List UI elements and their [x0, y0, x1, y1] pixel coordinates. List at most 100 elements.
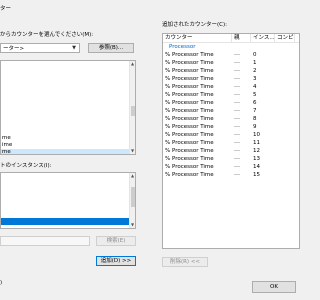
computer-cell [275, 155, 295, 163]
counter-list-item[interactable] [1, 121, 135, 128]
parent-cell: --- [234, 132, 240, 138]
counter-list-item[interactable]: ime [1, 142, 135, 149]
instance-search-input[interactable] [0, 236, 90, 246]
scroll-thumb[interactable] [131, 106, 135, 116]
scroll-up-icon[interactable]: ▲ [130, 173, 135, 179]
table-row[interactable]: % Processor Time --- 8 [163, 115, 299, 123]
instance-cell: 0 [253, 52, 257, 58]
parent-cell: --- [234, 100, 240, 106]
counter-list-item[interactable]: me [1, 149, 135, 154]
browse-button[interactable]: 参照(B)... [88, 43, 134, 53]
instance-cell: 4 [253, 84, 257, 90]
counter-cell: % Processor Time [165, 76, 214, 82]
instance-list-scrollbar[interactable]: ▲ ▼ [129, 173, 135, 228]
table-row[interactable]: % Processor Time --- 13 [163, 155, 299, 163]
counter-cell: % Processor Time [165, 156, 214, 162]
counter-cell: % Processor Time [165, 68, 214, 74]
instance-list-item[interactable] [1, 211, 135, 218]
table-row[interactable]: % Processor Time --- 10 [163, 131, 299, 139]
computer-cell [275, 91, 295, 99]
table-row[interactable]: % Processor Time --- 9 [163, 123, 299, 131]
counter-cell: % Processor Time [165, 132, 214, 138]
counter-cell: % Processor Time [165, 148, 214, 154]
table-row[interactable]: % Processor Time --- 6 [163, 99, 299, 107]
footer-left-caption: ) [0, 280, 3, 286]
table-row[interactable]: % Processor Time --- 5 [163, 91, 299, 99]
parent-cell: --- [234, 52, 240, 58]
counter-cell: % Processor Time [165, 92, 214, 98]
object-name: Processor [169, 44, 196, 50]
table-row[interactable]: % Processor Time --- 7 [163, 107, 299, 115]
computer-cell [275, 83, 295, 91]
counter-list-item[interactable]: me [1, 135, 135, 142]
computer-cell [275, 163, 295, 171]
instance-cell: 5 [253, 92, 257, 98]
instance-cell: 12 [253, 148, 260, 154]
counter-list-item[interactable] [1, 114, 135, 121]
chevron-down-icon[interactable]: ▼ [69, 45, 79, 51]
column-header-computer[interactable]: コンピュ [275, 34, 295, 42]
remove-button[interactable]: 削除(R) << [162, 257, 208, 267]
counter-cell: % Processor Time [165, 108, 214, 114]
scroll-thumb[interactable] [131, 187, 135, 207]
table-row[interactable]: % Processor Time --- 15 [163, 171, 299, 179]
counter-cell: % Processor Time [165, 84, 214, 90]
parent-cell: --- [234, 68, 240, 74]
table-row[interactable]: % Processor Time --- 4 [163, 83, 299, 91]
counter-cell: % Processor Time [165, 52, 214, 58]
table-row[interactable]: % Processor Time --- 2 [163, 67, 299, 75]
column-header-counter[interactable]: カウンター [163, 34, 232, 42]
table-row[interactable]: % Processor Time --- 0 [163, 51, 299, 59]
parent-cell: --- [234, 148, 240, 154]
computer-cell [275, 67, 295, 75]
computer-cell [275, 51, 295, 59]
instance-list-item[interactable] [1, 190, 135, 197]
table-row[interactable]: % Processor Time --- 12 [163, 147, 299, 155]
computer-combo-value: ーター> [3, 46, 25, 52]
table-row[interactable]: % Processor Time --- 14 [163, 163, 299, 171]
counter-cell: % Processor Time [165, 60, 214, 66]
select-from-computer-label: からカウンターを選んでください(M): [0, 32, 94, 38]
column-header-parent[interactable]: 親 [232, 34, 251, 42]
instance-cell: 1 [253, 60, 257, 66]
counter-list-item[interactable] [1, 128, 135, 135]
computer-combo[interactable]: ーター> ▼ [0, 43, 80, 53]
counters-group-label: ター [0, 6, 12, 12]
instance-cell: 9 [253, 124, 257, 130]
added-counters-table[interactable]: カウンター 親 インス... コンピュ Processor % Processo… [162, 33, 300, 249]
column-header-instance[interactable]: インス... [251, 34, 275, 42]
table-header: カウンター 親 インス... コンピュ [163, 34, 299, 43]
instance-list-item[interactable] [1, 197, 135, 204]
scroll-down-icon[interactable]: ▼ [130, 222, 135, 228]
parent-cell: --- [234, 108, 240, 114]
search-button[interactable]: 検索(E) [96, 236, 136, 246]
computer-cell [275, 115, 295, 123]
scroll-up-icon[interactable]: ▲ [130, 61, 135, 67]
computer-cell [275, 59, 295, 67]
parent-cell: --- [234, 164, 240, 170]
instance-list-item[interactable] [1, 204, 135, 211]
computer-cell [275, 147, 295, 155]
instance-listbox[interactable]: ▲ ▼ [0, 172, 136, 229]
counter-listbox[interactable]: me ime me ▲ ▼ [0, 60, 136, 155]
parent-cell: --- [234, 92, 240, 98]
instance-selected-row[interactable] [1, 218, 129, 225]
ok-button[interactable]: OK [252, 281, 296, 293]
instance-cell: 7 [253, 108, 257, 114]
scroll-down-icon[interactable]: ▼ [130, 148, 135, 154]
parent-cell: --- [234, 172, 240, 178]
instance-cell: 2 [253, 68, 257, 74]
table-row[interactable]: % Processor Time --- 1 [163, 59, 299, 67]
counter-cell: % Processor Time [165, 164, 214, 170]
table-row[interactable]: % Processor Time --- 11 [163, 139, 299, 147]
counter-list-item[interactable] [1, 107, 135, 114]
counter-list-scrollbar[interactable]: ▲ ▼ [129, 61, 135, 154]
parent-cell: --- [234, 124, 240, 130]
parent-cell: --- [234, 140, 240, 146]
add-button[interactable]: 追加(D) >> [96, 256, 136, 266]
object-group-row[interactable]: Processor [163, 43, 299, 51]
counter-cell: % Processor Time [165, 116, 214, 122]
table-row[interactable]: % Processor Time --- 3 [163, 75, 299, 83]
computer-cell [275, 75, 295, 83]
instance-cell: 10 [253, 132, 260, 138]
